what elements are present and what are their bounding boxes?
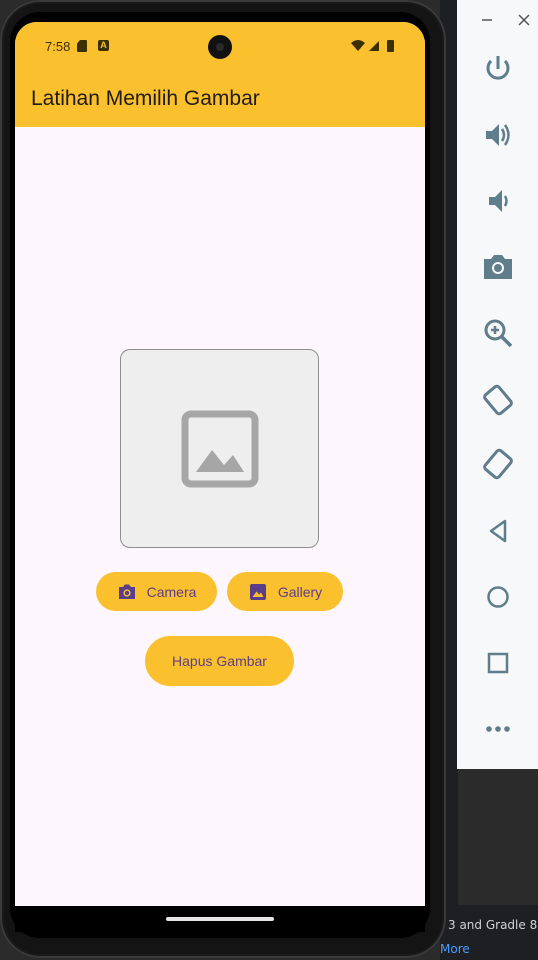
wifi-icon bbox=[351, 40, 365, 51]
front-camera bbox=[208, 35, 232, 59]
app-bar: Latihan Memilih Gambar bbox=[15, 70, 425, 127]
sd-card-icon bbox=[77, 40, 87, 52]
back-button[interactable] bbox=[457, 514, 538, 548]
emulator-toolbar bbox=[457, 0, 538, 769]
volume-down-icon bbox=[488, 190, 508, 212]
back-icon bbox=[489, 519, 506, 543]
zoom-icon bbox=[484, 319, 512, 348]
more-icon bbox=[485, 726, 510, 732]
home-button[interactable] bbox=[457, 580, 538, 614]
battery-icon bbox=[387, 40, 394, 52]
delete-image-button[interactable]: Hapus Gambar bbox=[145, 636, 294, 686]
zoom-button[interactable] bbox=[457, 316, 538, 350]
status-icons bbox=[351, 40, 394, 52]
rotate-left-icon bbox=[482, 384, 513, 416]
overview-icon bbox=[487, 652, 508, 674]
image-placeholder-icon bbox=[181, 410, 259, 488]
gesture-handle[interactable] bbox=[166, 917, 274, 921]
power-button[interactable] bbox=[457, 52, 538, 86]
status-time: 7:58 bbox=[45, 39, 71, 54]
more-button[interactable] bbox=[457, 712, 538, 746]
home-icon bbox=[486, 586, 509, 608]
nav-bar bbox=[15, 906, 425, 932]
gallery-icon bbox=[249, 583, 266, 600]
delete-image-button-label: Hapus Gambar bbox=[172, 653, 267, 669]
screenshot-icon bbox=[483, 255, 512, 279]
phone-screen: 7:58 A Latihan Memilih Gambar Camera Gal… bbox=[15, 22, 425, 932]
image-preview bbox=[120, 349, 319, 548]
app-title: Latihan Memilih Gambar bbox=[31, 87, 260, 110]
ide-more-link[interactable]: More bbox=[440, 942, 470, 956]
status-bar: 7:58 A bbox=[15, 22, 425, 70]
camera-button[interactable]: Camera bbox=[96, 572, 217, 611]
rotate-right-icon bbox=[482, 448, 513, 480]
app-notification-icon: A bbox=[98, 40, 109, 51]
volume-up-button[interactable] bbox=[457, 118, 538, 152]
rotate-left-button[interactable] bbox=[457, 382, 538, 416]
gallery-button[interactable]: Gallery bbox=[227, 572, 343, 611]
signal-icon bbox=[369, 41, 379, 51]
camera-icon bbox=[118, 584, 135, 599]
volume-up-icon bbox=[485, 124, 510, 146]
gallery-button-label: Gallery bbox=[277, 583, 323, 600]
screenshot-button[interactable] bbox=[457, 250, 538, 284]
power-icon bbox=[486, 56, 509, 80]
camera-button-label: Camera bbox=[146, 583, 197, 600]
minimize-icon[interactable] bbox=[477, 10, 497, 30]
ide-status-text: 3 and Gradle 8.3 bbox=[448, 918, 538, 932]
rotate-right-button[interactable] bbox=[457, 446, 538, 480]
volume-down-button[interactable] bbox=[457, 184, 538, 218]
overview-button[interactable] bbox=[457, 646, 538, 680]
close-icon[interactable] bbox=[514, 10, 534, 30]
